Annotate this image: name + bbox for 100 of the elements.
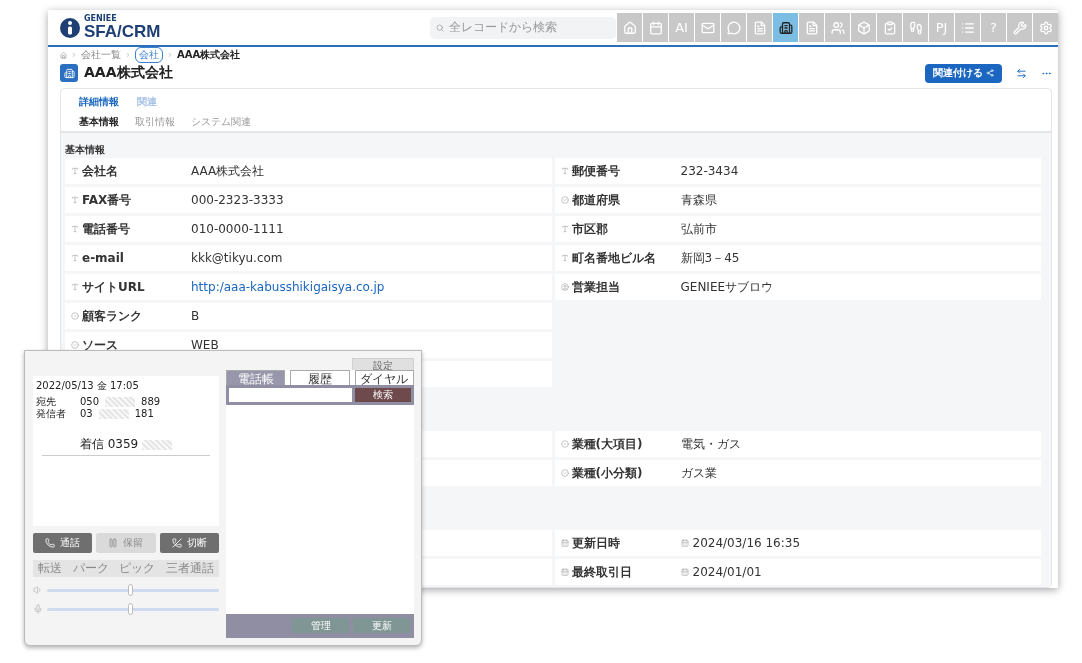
number-start: 050 [80,396,100,408]
field-value: 232-3434 [680,164,739,178]
field-label: 業種(大項目) [571,435,643,453]
field-value: kkk@tikyu.com [191,251,283,265]
footer-button[interactable]: 管理 [292,618,349,633]
calendar-icon [648,20,663,35]
field-value: 010-0000-1111 [191,222,284,236]
field-value: ガス業 [680,464,717,482]
toolbar-button[interactable]: ? [981,13,1006,42]
field-label: 営業担当 [571,278,620,296]
number-start: 03 [80,408,93,420]
field-label: e-mail [82,251,124,265]
check-circle-icon [560,469,569,477]
subtab[interactable]: システム関連 [191,115,251,129]
url-link[interactable]: http:/aaa-kabusshikigaisya.co.jp [191,280,385,294]
building-icon [60,64,78,82]
incoming-call: 着信 0359 [79,436,139,453]
toolbar-button[interactable] [773,13,798,42]
link-button[interactable]: 関連付ける [925,63,1002,83]
settings-icon [1038,20,1053,35]
breadcrumb-tag[interactable]: 会社 [135,47,163,63]
mail-icon [700,20,715,35]
logo-icon [60,17,80,38]
breadcrumb-link[interactable]: 会社一覧 [81,48,121,62]
field-value: 青森県 [680,191,717,209]
phone-tab[interactable]: 履歴 [290,370,350,385]
text-type-icon [71,283,79,291]
subtab[interactable]: 基本情報 [79,115,119,129]
search-button[interactable]: 検索 [355,388,411,402]
field-label: 更新日時 [571,534,620,552]
field-value: 新岡3－45 [680,249,740,267]
line-label: 発信者 [36,408,67,420]
text-type-icon [560,254,569,262]
field-label: サイトURL [82,278,145,296]
swap-icon[interactable] [1016,67,1027,79]
footer-button[interactable]: 更新 [353,618,410,633]
line-label: 宛先 [36,396,57,408]
home-icon [622,20,637,35]
check-circle-icon [560,196,569,204]
subtab[interactable]: 取引情報 [135,115,175,129]
field-label: 都道府県 [571,191,620,209]
check-circle-icon [71,312,79,320]
call-button[interactable]: 通話 [33,533,93,553]
text-type-icon [71,167,79,175]
calendar-icon [560,568,569,576]
chevron-icon [167,52,173,58]
section-title: 基本情報 [65,143,106,157]
document-icon [804,20,819,35]
field-label: 市区郡 [571,220,608,238]
check-circle-icon [560,440,569,448]
phone-icon [45,538,56,548]
phonebook-search-field[interactable] [229,388,352,402]
footprints-icon [908,20,923,35]
text-type-icon [71,225,79,233]
home-icon[interactable] [60,51,67,59]
pause-icon [108,538,119,548]
search-icon [436,23,444,32]
call-datetime: 2022/05/13 金 17:05 [36,379,140,393]
phone-tab[interactable]: ダイヤル [354,370,414,385]
tab[interactable]: 詳細情報 [79,95,119,109]
speaker-icon [33,585,43,595]
tab[interactable]: 関連 [137,95,157,109]
field-value: 2024/01/01 [692,565,762,579]
clipboard-icon [882,20,897,35]
document-icon [752,20,767,35]
field-value: 2024/03/16 16:35 [692,536,801,550]
wrench-icon [1012,20,1027,35]
number-end: 889 [141,396,161,408]
hang-up-icon [171,538,182,548]
field-label: FAX番号 [82,191,132,209]
search-field[interactable]: 全レコードから検索 [430,16,616,39]
field-value: B [191,309,200,323]
field-value: AAA株式会社 [191,162,265,180]
field-value: 電気・ガス [680,435,741,453]
share-icon [986,69,994,77]
text-type-icon [71,196,79,204]
field-label: 町名番地ビル名 [571,249,656,267]
text-type-icon [560,167,569,175]
field-label: 電話番号 [82,220,130,238]
text-type-icon [560,225,569,233]
brand-name: SFA/CRM [84,23,161,40]
chevron-icon [71,52,77,58]
user-icon [560,283,569,291]
slider-thumb[interactable] [127,583,133,596]
field-label: ソース [82,336,118,354]
mic-icon [33,604,43,614]
redacted-mark [142,439,173,450]
field-value: WEB [191,338,219,352]
chat-icon [726,20,741,35]
number-end: 181 [134,408,154,420]
calendar-icon [560,539,569,547]
field-value: GENIEEサブロウ [680,278,774,296]
phone-tab[interactable]: 電話帳 [226,370,286,385]
breadcrumb-current: AAA株式会社 [177,48,241,62]
call-button[interactable]: 切断 [159,533,219,553]
field-value: 000-2323-3333 [191,193,284,207]
field-label: 郵便番号 [571,162,620,180]
slider-thumb[interactable] [127,602,133,615]
chevron-icon [125,52,131,58]
redacted-mark [98,409,129,419]
